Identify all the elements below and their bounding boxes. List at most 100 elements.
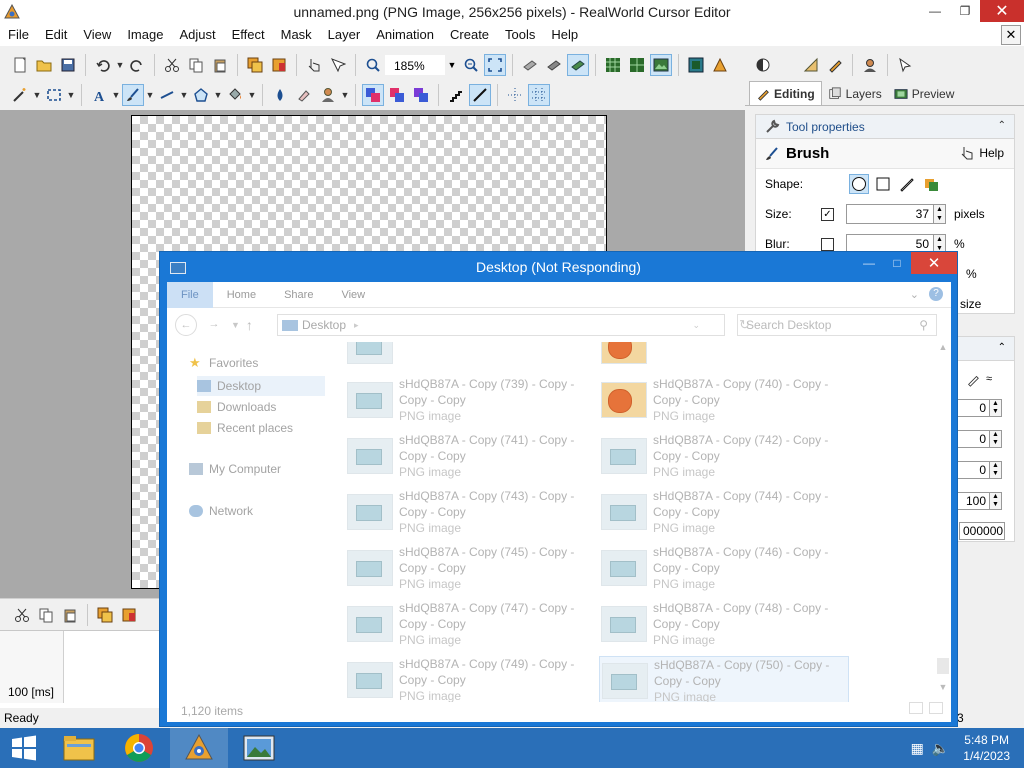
image-tile-icon[interactable] bbox=[685, 54, 707, 76]
explorer-close-button[interactable]: ✕ bbox=[911, 252, 957, 274]
menu-image[interactable]: Image bbox=[119, 24, 171, 46]
contrast-icon[interactable] bbox=[752, 54, 774, 76]
fill-dropdown-arrow-icon[interactable]: ▼ bbox=[247, 90, 257, 100]
size-input[interactable]: 37 bbox=[846, 204, 934, 224]
zoom-dropdown-arrow-icon[interactable]: ▼ bbox=[445, 60, 459, 70]
tab-preview[interactable]: Preview bbox=[888, 83, 961, 105]
collapse-chevron-icon[interactable]: ⌃ bbox=[998, 342, 1006, 353]
value-input-3[interactable]: 0 bbox=[956, 461, 990, 479]
brush-tool-icon[interactable] bbox=[122, 84, 144, 106]
taskbar-image-viewer[interactable] bbox=[230, 728, 288, 768]
file-item[interactable]: sHdQB87A - Copy (743) - Copy - Copy - Cop… bbox=[345, 488, 595, 540]
copy-icon[interactable] bbox=[185, 54, 207, 76]
ribbon-tab-view[interactable]: View bbox=[327, 282, 379, 308]
size-spinner[interactable]: ▲ ▼ bbox=[934, 204, 946, 224]
clock[interactable]: 5:48 PM 1/4/2023 bbox=[963, 732, 1010, 764]
menu-tools[interactable]: Tools bbox=[497, 24, 543, 46]
frame-copy-icon[interactable] bbox=[35, 604, 57, 626]
menu-layer[interactable]: Layer bbox=[320, 24, 369, 46]
grid-small-icon[interactable] bbox=[602, 54, 624, 76]
polygon-tool-icon[interactable] bbox=[190, 84, 212, 106]
image-shape-icon[interactable] bbox=[921, 174, 941, 194]
custom-shape-icon[interactable] bbox=[897, 174, 917, 194]
grid-large-icon[interactable] bbox=[626, 54, 648, 76]
close-button[interactable]: ✕ bbox=[980, 0, 1024, 22]
file-item[interactable]: sHdQB87A - Copy (746) - Copy - Copy - Cop… bbox=[599, 544, 849, 596]
address-chevron-icon[interactable]: ▸ bbox=[354, 320, 359, 331]
nav-desktop[interactable]: Desktop bbox=[197, 376, 325, 396]
cut-icon[interactable] bbox=[161, 54, 183, 76]
blend-mode-1-icon[interactable] bbox=[362, 84, 384, 106]
frame-paste-icon[interactable] bbox=[59, 604, 81, 626]
polygon-dropdown-arrow-icon[interactable]: ▼ bbox=[213, 90, 223, 100]
antialias-off-icon[interactable] bbox=[445, 84, 467, 106]
file-item[interactable]: sHdQB87A - Copy (747) - Copy - Copy - Cop… bbox=[345, 600, 595, 652]
text-tool-icon[interactable]: A bbox=[88, 84, 110, 106]
file-item[interactable]: sHdQB87A - Copy (750) - Copy - Copy - Cop… bbox=[599, 656, 849, 702]
menu-adjust[interactable]: Adjust bbox=[171, 24, 223, 46]
line-dropdown-arrow-icon[interactable]: ▼ bbox=[179, 90, 189, 100]
image-effect-icon[interactable] bbox=[709, 54, 731, 76]
file-item[interactable]: sHdQB87A - Copy (740) - Copy - Copy - Cop… bbox=[599, 376, 849, 428]
scroll-up-arrow-icon[interactable]: ▲ bbox=[937, 342, 949, 352]
details-view-icon[interactable] bbox=[909, 702, 923, 714]
vertical-scrollbar[interactable]: ▲ ▼ bbox=[937, 342, 949, 692]
start-button[interactable] bbox=[0, 728, 48, 768]
user-avatar-icon[interactable] bbox=[859, 54, 881, 76]
menu-effect[interactable]: Effect bbox=[224, 24, 273, 46]
duplicate-layer-icon[interactable] bbox=[244, 54, 266, 76]
file-item[interactable]: sHdQB87A - Copy (748) - Copy - Copy - Cop… bbox=[599, 600, 849, 652]
help-button[interactable]: Help bbox=[959, 145, 1004, 161]
ribbon-expand-chevron-icon[interactable]: ⌄ bbox=[910, 288, 919, 301]
file-item[interactable]: sHdQB87A - Copy (744) - Copy - Copy - Cop… bbox=[599, 488, 849, 540]
color-hex-input[interactable]: 000000 bbox=[959, 522, 1005, 540]
zoom-tool-icon[interactable] bbox=[362, 54, 384, 76]
eraser-icon[interactable] bbox=[293, 84, 315, 106]
pencil-icon[interactable] bbox=[824, 54, 846, 76]
animation-frame[interactable]: 100 [ms] bbox=[0, 631, 64, 703]
antialias-on-icon[interactable] bbox=[469, 84, 491, 106]
paste-icon[interactable] bbox=[209, 54, 231, 76]
ribbon-tab-file[interactable]: File bbox=[167, 281, 213, 308]
scrollbar-thumb[interactable] bbox=[937, 658, 949, 674]
layer-properties-icon[interactable] bbox=[268, 54, 290, 76]
background-mid-icon[interactable] bbox=[543, 54, 565, 76]
recent-dropdown-icon[interactable]: ▼ bbox=[231, 320, 240, 330]
frame-properties-icon[interactable] bbox=[118, 604, 140, 626]
file-item[interactable]: PNG image bbox=[599, 342, 849, 374]
tab-editing[interactable]: Editing bbox=[749, 81, 822, 105]
menu-view[interactable]: View bbox=[75, 24, 119, 46]
hotspot-arrow-icon[interactable] bbox=[327, 54, 349, 76]
taskbar-file-explorer[interactable] bbox=[50, 728, 108, 768]
undo-icon[interactable] bbox=[92, 54, 114, 76]
new-document-icon[interactable] bbox=[9, 54, 31, 76]
blur-checkbox[interactable] bbox=[821, 237, 834, 251]
value-input-2[interactable]: 0 bbox=[956, 430, 990, 448]
frame-cut-icon[interactable] bbox=[11, 604, 33, 626]
square-shape-icon[interactable] bbox=[873, 174, 893, 194]
undo-dropdown-arrow-icon[interactable]: ▼ bbox=[115, 60, 125, 70]
pointer-tool-icon[interactable] bbox=[894, 54, 916, 76]
document-close-button[interactable]: ✕ bbox=[1001, 25, 1021, 45]
ribbon-tab-share[interactable]: Share bbox=[270, 282, 327, 308]
moon-icon[interactable] bbox=[776, 54, 798, 76]
explorer-title-bar[interactable]: Desktop (Not Responding) — □ ✕ bbox=[160, 252, 957, 282]
menu-file[interactable]: File bbox=[0, 24, 37, 46]
value-spinner-3[interactable]: ▲ ▼ bbox=[990, 461, 1002, 479]
wand-dropdown-arrow-icon[interactable]: ▼ bbox=[32, 90, 42, 100]
brush-dropdown-arrow-icon[interactable]: ▼ bbox=[145, 90, 155, 100]
value-input-1[interactable]: 0 bbox=[956, 399, 990, 417]
open-folder-icon[interactable] bbox=[33, 54, 55, 76]
frame-duplicate-icon[interactable] bbox=[94, 604, 116, 626]
address-dropdown-icon[interactable]: ⌄ bbox=[692, 320, 700, 331]
file-item[interactable]: sHdQB87A - Copy (745) - Copy - Copy - Cop… bbox=[345, 544, 595, 596]
color-picker-icon[interactable] bbox=[269, 84, 291, 106]
forward-arrow-icon[interactable]: → bbox=[203, 314, 225, 336]
nav-recent-places[interactable]: Recent places bbox=[197, 421, 293, 435]
help-icon[interactable]: ? bbox=[929, 287, 943, 301]
nav-my-computer[interactable]: My Computer bbox=[189, 462, 281, 476]
text-dropdown-arrow-icon[interactable]: ▼ bbox=[111, 90, 121, 100]
eraser-small-icon[interactable]: ≈ bbox=[986, 373, 992, 385]
value-spinner-4[interactable]: ▲ ▼ bbox=[990, 492, 1002, 510]
pencil-small-icon[interactable] bbox=[966, 373, 980, 390]
